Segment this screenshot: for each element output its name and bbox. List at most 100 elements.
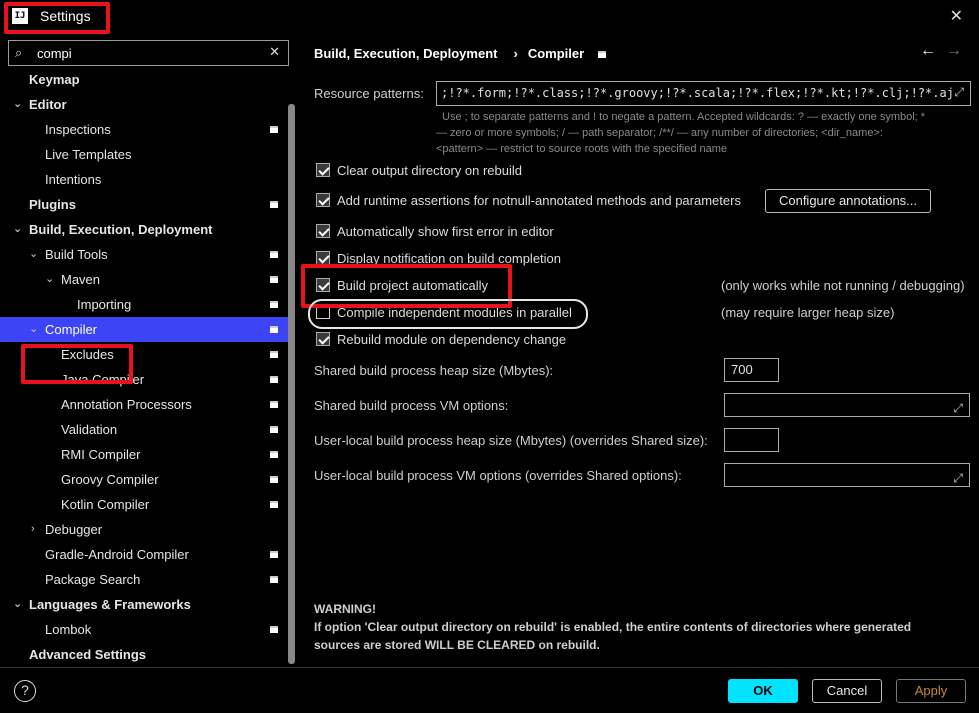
tree-item-advanced-settings[interactable]: Advanced Settings bbox=[0, 642, 288, 667]
resource-patterns-field[interactable]: ;!?*.form;!?*.class;!?*.groovy;!?*.scala… bbox=[436, 81, 971, 106]
tree-item-label: Build Tools bbox=[45, 247, 108, 262]
option-label: Automatically show first error in editor bbox=[337, 224, 554, 239]
configure-annotations-button[interactable]: Configure annotations... bbox=[765, 189, 931, 213]
settings-sidebar: ⌕ ✕ Keymap ⌄ Editor Inspections Live Tem… bbox=[0, 34, 298, 667]
breadcrumb: Build, Execution, Deployment › Compiler bbox=[314, 46, 612, 61]
clear-icon[interactable]: ✕ bbox=[269, 44, 280, 60]
ok-button[interactable]: OK bbox=[728, 679, 798, 703]
checkbox[interactable] bbox=[316, 332, 330, 346]
expand-icon[interactable]: ⤢ bbox=[953, 467, 963, 489]
close-icon[interactable]: ✕ bbox=[950, 6, 963, 26]
project-settings-icon bbox=[270, 326, 278, 333]
checkbox[interactable] bbox=[316, 163, 330, 177]
expand-icon[interactable]: ⤢ bbox=[954, 85, 964, 100]
tree-item-label: Maven bbox=[61, 272, 101, 287]
vm-options-input[interactable]: ⤢ bbox=[724, 393, 970, 417]
tree-item-live-templates[interactable]: Live Templates bbox=[0, 142, 288, 167]
tree-item-label: Inspections bbox=[45, 122, 111, 137]
tree-item-kotlin-compiler[interactable]: Kotlin Compiler bbox=[0, 492, 288, 517]
resource-patterns-hint: Use ; to separate patterns and ! to nega… bbox=[436, 109, 962, 157]
cancel-button[interactable]: Cancel bbox=[812, 679, 882, 703]
tree-item-lombok[interactable]: Lombok bbox=[0, 617, 288, 642]
tree-item-label: Compiler bbox=[45, 322, 98, 337]
project-settings-icon bbox=[270, 201, 278, 208]
title-highlight-box bbox=[4, 2, 110, 34]
tree-item-label: Languages & Frameworks bbox=[29, 597, 191, 612]
vm-options-label: Shared build process VM options: bbox=[314, 398, 509, 413]
forward-arrow-icon[interactable]: → bbox=[946, 42, 962, 60]
tree-item-languages-frameworks[interactable]: ⌄ Languages & Frameworks bbox=[0, 592, 288, 617]
project-settings-icon bbox=[270, 451, 278, 458]
search-box[interactable]: ⌕ ✕ bbox=[8, 40, 289, 66]
tree-item-importing[interactable]: Importing bbox=[0, 292, 288, 317]
hint-line: — zero or more symbols; / — path separat… bbox=[436, 127, 883, 139]
resource-patterns-label: Resource patterns: bbox=[314, 86, 424, 101]
build-auto-note: (only works while not running / debuggin… bbox=[721, 278, 965, 293]
breadcrumb-current: Compiler bbox=[527, 46, 585, 61]
tree-item-editor[interactable]: ⌄ Editor bbox=[0, 92, 288, 117]
option-show-first-error[interactable]: Automatically show first error in editor bbox=[316, 221, 554, 243]
project-settings-icon bbox=[270, 501, 278, 508]
project-settings-icon bbox=[270, 551, 278, 558]
user-heap-size-input[interactable] bbox=[724, 428, 779, 452]
user-vm-options-label: User-local build process VM options (ove… bbox=[314, 468, 682, 483]
dialog-footer: ? OK Cancel Apply bbox=[0, 667, 979, 713]
sidebar-scrollbar[interactable] bbox=[288, 104, 295, 664]
tree-item-gradle-android-compiler[interactable]: Gradle-Android Compiler bbox=[0, 542, 288, 567]
tree-item-keymap[interactable]: Keymap bbox=[0, 67, 288, 92]
tree-item-intentions[interactable]: Intentions bbox=[0, 167, 288, 192]
tree-item-label: Groovy Compiler bbox=[61, 472, 159, 487]
chevron-down-icon[interactable]: ⌄ bbox=[13, 592, 22, 617]
tree-item-validation[interactable]: Validation bbox=[0, 417, 288, 442]
tree-item-groovy-compiler[interactable]: Groovy Compiler bbox=[0, 467, 288, 492]
checkbox[interactable] bbox=[316, 193, 330, 207]
project-settings-icon bbox=[270, 301, 278, 308]
tree-item-rmi-compiler[interactable]: RMI Compiler bbox=[0, 442, 288, 467]
project-settings-icon bbox=[270, 626, 278, 633]
expand-icon[interactable]: ⤢ bbox=[953, 397, 963, 419]
option-label: Rebuild module on dependency change bbox=[337, 332, 567, 347]
tree-item-inspections[interactable]: Inspections bbox=[0, 117, 288, 142]
chevron-down-icon[interactable]: ⌄ bbox=[45, 267, 54, 292]
search-icon: ⌕ bbox=[15, 45, 23, 60]
breadcrumb-parent[interactable]: Build, Execution, Deployment bbox=[314, 46, 497, 61]
chevron-right-icon[interactable]: › bbox=[31, 517, 35, 542]
option-clear-output[interactable]: Clear output directory on rebuild bbox=[316, 160, 522, 182]
checkbox[interactable] bbox=[316, 224, 330, 238]
option-runtime-assertions[interactable]: Add runtime assertions for notnull-annot… bbox=[316, 190, 741, 212]
compile-parallel-highlight-oval bbox=[308, 299, 588, 329]
option-label: Add runtime assertions for notnull-annot… bbox=[337, 193, 741, 208]
heap-size-label: Shared build process heap size (Mbytes): bbox=[314, 363, 554, 378]
heap-size-input[interactable]: 700 bbox=[724, 358, 779, 382]
chevron-down-icon[interactable]: ⌄ bbox=[29, 242, 38, 267]
chevron-down-icon[interactable]: ⌄ bbox=[29, 317, 38, 342]
back-arrow-icon[interactable]: ← bbox=[920, 42, 936, 60]
chevron-down-icon[interactable]: ⌄ bbox=[13, 217, 22, 242]
user-heap-size-label: User-local build process heap size (Mbyt… bbox=[314, 433, 708, 448]
checkbox[interactable] bbox=[316, 251, 330, 265]
project-settings-icon bbox=[270, 401, 278, 408]
parallel-note: (may require larger heap size) bbox=[721, 305, 895, 320]
settings-content: Build, Execution, Deployment › Compiler ← … bbox=[298, 34, 979, 667]
search-input[interactable] bbox=[37, 44, 267, 62]
tree-item-annotation-processors[interactable]: Annotation Processors bbox=[0, 392, 288, 417]
tree-item-debugger[interactable]: › Debugger bbox=[0, 517, 288, 542]
tree-item-plugins[interactable]: Plugins bbox=[0, 192, 288, 217]
project-settings-icon bbox=[270, 251, 278, 258]
tree-item-label: Gradle-Android Compiler bbox=[45, 547, 189, 562]
option-rebuild-on-dependency[interactable]: Rebuild module on dependency change bbox=[316, 329, 566, 351]
tree-item-package-search[interactable]: Package Search bbox=[0, 567, 288, 592]
help-icon[interactable]: ? bbox=[14, 680, 36, 702]
option-label: Clear output directory on rebuild bbox=[337, 163, 522, 178]
user-vm-options-input[interactable]: ⤢ bbox=[724, 463, 970, 487]
chevron-down-icon[interactable]: ⌄ bbox=[13, 92, 22, 117]
tree-item-label: Advanced Settings bbox=[29, 647, 147, 662]
tree-item-maven[interactable]: ⌄ Maven bbox=[0, 267, 288, 292]
apply-button[interactable]: Apply bbox=[896, 679, 966, 703]
hint-line: Use ; to separate patterns and ! to nega… bbox=[442, 111, 926, 123]
tree-item-label: Package Search bbox=[45, 572, 141, 587]
tree-item-compiler[interactable]: ⌄ Compiler bbox=[0, 317, 288, 342]
warning-line: If option 'Clear output directory on reb… bbox=[314, 620, 912, 634]
tree-item-build-tools[interactable]: ⌄ Build Tools bbox=[0, 242, 288, 267]
tree-item-build-execution-deployment[interactable]: ⌄ Build, Execution, Deployment bbox=[0, 217, 288, 242]
